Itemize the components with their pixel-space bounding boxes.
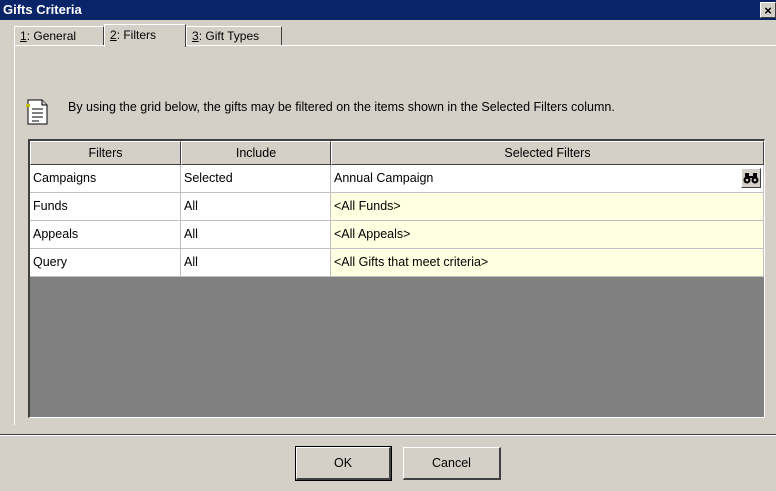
column-header-selected-filters[interactable]: Selected Filters	[331, 141, 764, 165]
tab-filters-label: : Filters	[116, 28, 157, 42]
window-title: Gifts Criteria	[3, 2, 82, 17]
tab-filters-hotkey: 2	[110, 28, 117, 42]
close-button[interactable]: ×	[760, 2, 776, 18]
tab-general[interactable]: 1: General	[14, 26, 104, 46]
selected-filters-value: Annual Campaign	[334, 171, 434, 185]
filter-cell[interactable]: Campaigns	[30, 165, 181, 193]
include-cell[interactable]: All	[181, 193, 331, 221]
grid-row-query[interactable]: Query All <All Gifts that meet criteria>	[30, 249, 764, 277]
grid-row-funds[interactable]: Funds All <All Funds>	[30, 193, 764, 221]
tab-gift-types[interactable]: 3: Gift Types	[186, 26, 282, 46]
tab-filters[interactable]: 2: Filters	[104, 24, 186, 47]
filter-instructions: By using the grid below, the gifts may b…	[68, 100, 615, 114]
column-header-filters[interactable]: Filters	[30, 141, 181, 165]
ok-button[interactable]: OK	[295, 446, 392, 481]
gifts-criteria-dialog: Gifts Criteria × 1: General 2: Filters 3…	[0, 0, 776, 491]
button-bar-divider-highlight	[0, 435, 776, 436]
binoculars-icon	[743, 173, 759, 184]
filters-grid: Filters Include Selected Filters Campaig…	[28, 139, 765, 418]
close-icon: ×	[764, 3, 772, 18]
grid-row-campaigns[interactable]: Campaigns Selected Annual Campaign	[30, 165, 764, 193]
filter-cell[interactable]: Funds	[30, 193, 181, 221]
document-note-icon	[26, 99, 48, 125]
filter-cell[interactable]: Appeals	[30, 221, 181, 249]
cancel-button[interactable]: Cancel	[403, 447, 501, 480]
tab-gift-types-hotkey: 3	[192, 29, 199, 43]
lookup-button[interactable]	[741, 168, 761, 188]
title-bar[interactable]: Gifts Criteria ×	[0, 0, 776, 20]
column-header-include[interactable]: Include	[181, 141, 331, 165]
selected-filters-cell[interactable]: Annual Campaign	[331, 165, 764, 193]
filter-cell[interactable]: Query	[30, 249, 181, 277]
selected-filters-cell[interactable]: <All Appeals>	[331, 221, 764, 249]
tab-general-hotkey: 1	[20, 29, 27, 43]
grid-row-appeals[interactable]: Appeals All <All Appeals>	[30, 221, 764, 249]
selected-filters-cell[interactable]: <All Gifts that meet criteria>	[331, 249, 764, 277]
tab-general-label: : General	[26, 29, 77, 43]
include-cell[interactable]: All	[181, 221, 331, 249]
include-cell[interactable]: Selected	[181, 165, 331, 193]
selected-filters-cell[interactable]: <All Funds>	[331, 193, 764, 221]
tab-gift-types-label: : Gift Types	[198, 29, 260, 43]
include-cell[interactable]: All	[181, 249, 331, 277]
